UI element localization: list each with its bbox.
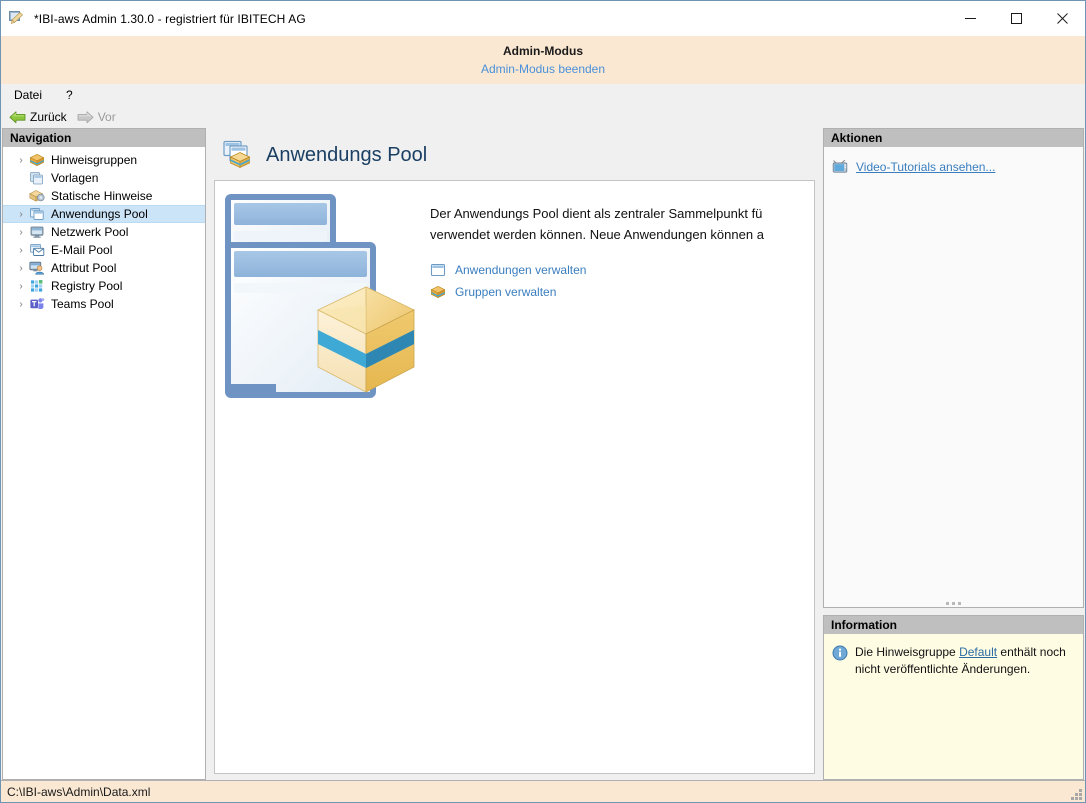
right-column: Aktionen Video-Tutorials an	[823, 128, 1084, 780]
actions-body: Video-Tutorials ansehen...	[824, 147, 1083, 607]
sidebar-item-label: Statische Hinweise	[51, 189, 152, 203]
arrow-right-icon	[77, 111, 94, 124]
sidebar-item-hinweisgruppen[interactable]: › Hinweisgruppen	[3, 151, 205, 169]
information-header: Information	[824, 616, 1083, 634]
app-icon	[7, 8, 29, 30]
sidebar-item-teams-pool[interactable]: › Teams Pool	[3, 295, 205, 313]
windows-stack-icon	[29, 206, 45, 222]
chevron-right-icon[interactable]: ›	[15, 245, 27, 256]
chevron-right-icon[interactable]: ›	[15, 209, 27, 220]
arrow-left-icon	[9, 111, 26, 124]
window-title: *IBI-aws Admin 1.30.0 - registriert für …	[34, 12, 306, 26]
sidebar-item-label: Registry Pool	[51, 279, 122, 293]
teams-icon	[29, 296, 45, 312]
chevron-right-icon[interactable]: ›	[15, 299, 27, 310]
info-circle-icon	[832, 645, 848, 661]
sidebar-item-anwendungs-pool[interactable]: › Anwendungs Pool	[3, 205, 205, 223]
admin-mode-title: Admin-Modus	[503, 44, 583, 58]
pen-document-icon	[9, 11, 26, 27]
menu-item-datei[interactable]: Datei	[11, 87, 45, 103]
manage-groups-link[interactable]: Gruppen verwalten	[430, 281, 815, 303]
description-line-2: verwendet werden können. Neue Anwendunge…	[430, 224, 815, 245]
sidebar-item-statische-hinweise[interactable]: › Statische Hinweise	[3, 187, 205, 205]
information-body: Die Hinweisgruppe Default enthält noch n…	[824, 634, 1083, 779]
resize-grip[interactable]	[1068, 786, 1082, 800]
maximize-button[interactable]	[993, 1, 1039, 36]
chevron-right-icon[interactable]: ›	[15, 263, 27, 274]
information-text-before: Die Hinweisgruppe	[855, 645, 959, 659]
navigation-header: Navigation	[3, 129, 205, 147]
minimize-button[interactable]	[947, 1, 993, 36]
back-button[interactable]: Zurück	[9, 110, 67, 124]
user-monitor-icon	[29, 260, 45, 276]
monitor-icon	[29, 224, 45, 240]
sidebar-item-label: Netzwerk Pool	[51, 225, 128, 239]
status-bar-path: C:\IBI-aws\Admin\Data.xml	[7, 785, 150, 799]
sidebar-item-registry-pool[interactable]: › Regis	[3, 277, 205, 295]
application-window: *IBI-aws Admin 1.30.0 - registriert für …	[0, 0, 1086, 803]
page-title: Anwendungs Pool	[266, 144, 427, 167]
chevron-right-icon[interactable]: ›	[15, 281, 27, 292]
static-notes-icon	[29, 188, 45, 204]
window-controls	[947, 1, 1085, 36]
back-button-label: Zurück	[30, 110, 67, 124]
registry-grid-icon	[29, 278, 45, 294]
chevron-right-icon[interactable]: ›	[15, 227, 27, 238]
video-tutorials-label[interactable]: Video-Tutorials ansehen...	[856, 160, 995, 174]
admin-mode-exit-link[interactable]: Admin-Modus beenden	[481, 62, 605, 76]
manage-applications-label[interactable]: Anwendungen verwalten	[455, 263, 586, 277]
tv-video-icon	[832, 159, 848, 175]
forward-button-label: Vor	[98, 110, 116, 124]
sidebar-item-label: Attribut Pool	[51, 261, 116, 275]
panel-splitter-grip[interactable]	[824, 602, 1083, 605]
status-bar: C:\IBI-aws\Admin\Data.xml	[1, 780, 1085, 802]
package-box-icon	[430, 284, 446, 300]
actions-panel: Aktionen Video-Tutorials an	[823, 128, 1084, 608]
sidebar-item-attribut-pool[interactable]: › Attribut Pool	[3, 259, 205, 277]
description-block: Der Anwendungs Pool dient als zentraler …	[430, 203, 815, 303]
navigation-toolbar: Zurück Vor	[1, 106, 1085, 128]
menu-bar: Datei ?	[1, 84, 1085, 106]
sidebar-item-label: E-Mail Pool	[51, 243, 112, 257]
window-icon	[430, 262, 446, 278]
sidebar-item-label: Anwendungs Pool	[51, 207, 148, 221]
title-bar: *IBI-aws Admin 1.30.0 - registriert für …	[1, 1, 1085, 36]
sidebar-item-vorlagen[interactable]: › Vorlagen	[3, 169, 205, 187]
windows-stack-with-package-illustration	[223, 187, 423, 437]
close-button[interactable]	[1039, 1, 1085, 36]
main-body: Navigation › Hinweisgruppen	[1, 128, 1085, 780]
mail-icon	[29, 242, 45, 258]
hinweisgruppe-default-link[interactable]: Default	[959, 645, 997, 659]
sidebar-item-label: Hinweisgruppen	[51, 153, 137, 167]
windows-stack-package-icon	[222, 140, 256, 170]
video-tutorials-action[interactable]: Video-Tutorials ansehen...	[832, 157, 1083, 177]
actions-header: Aktionen	[824, 129, 1083, 147]
manage-groups-label[interactable]: Gruppen verwalten	[455, 285, 556, 299]
page-header: Anwendungs Pool	[214, 134, 815, 180]
admin-mode-banner: Admin-Modus Admin-Modus beenden	[1, 36, 1085, 84]
information-panel: Information Die Hinweisgruppe Default en…	[823, 615, 1084, 780]
sidebar-item-netzwerk-pool[interactable]: › Netzwerk Pool	[3, 223, 205, 241]
templates-icon	[29, 170, 45, 186]
content-card: Der Anwendungs Pool dient als zentraler …	[214, 180, 815, 774]
chevron-right-icon[interactable]: ›	[15, 155, 27, 166]
information-text: Die Hinweisgruppe Default enthält noch n…	[855, 644, 1073, 779]
sidebar-item-label: Vorlagen	[51, 171, 98, 185]
navigation-sidebar: Navigation › Hinweisgruppen	[2, 128, 206, 780]
sidebar-item-email-pool[interactable]: › E-Mail Pool	[3, 241, 205, 259]
sidebar-item-label: Teams Pool	[51, 297, 114, 311]
description-line-1: Der Anwendungs Pool dient als zentraler …	[430, 203, 815, 224]
navigation-tree: › Hinweisgruppen ›	[3, 147, 205, 779]
manage-applications-link[interactable]: Anwendungen verwalten	[430, 259, 815, 281]
package-box-icon	[29, 152, 45, 168]
menu-item-help[interactable]: ?	[63, 87, 76, 103]
content-area: Anwendungs Pool	[206, 128, 823, 780]
action-links: Anwendungen verwalten	[430, 259, 815, 303]
forward-button[interactable]: Vor	[77, 110, 116, 124]
